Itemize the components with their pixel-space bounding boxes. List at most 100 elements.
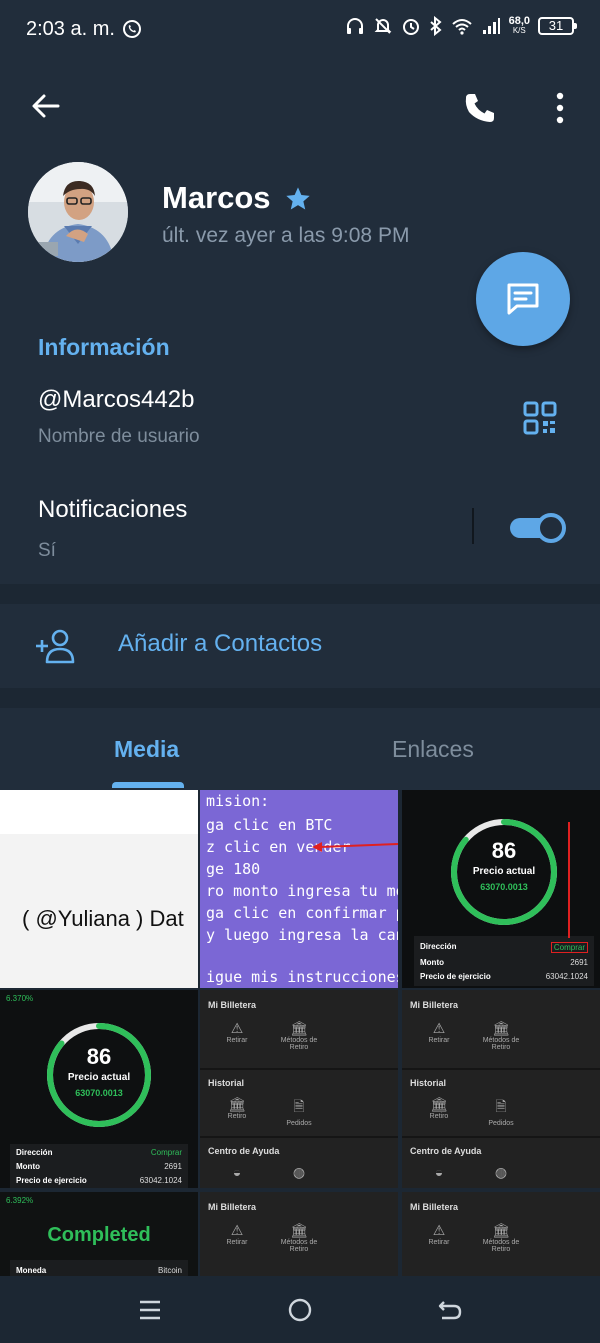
star-icon xyxy=(286,187,310,210)
globe-icon: ◒ xyxy=(232,1164,242,1180)
back-arrow-icon[interactable] xyxy=(30,90,62,122)
tab-media[interactable]: Media xyxy=(114,736,179,763)
tab-active-indicator xyxy=(112,782,184,788)
notifications-label: Notificaciones xyxy=(38,496,188,523)
globe-icon: ◒ xyxy=(434,1164,444,1180)
home-icon[interactable] xyxy=(288,1298,312,1322)
ring-value: 63070.0013 xyxy=(480,882,528,892)
network-speed: 68,0 K/S xyxy=(508,15,530,36)
last-seen-status: últ. vez ayer a las 9:08 PM xyxy=(162,224,410,247)
help-title: Centro de Ayuda xyxy=(208,1146,280,1156)
ring-value: 63070.0013 xyxy=(75,1088,123,1098)
methods-item: 🏛 Métodos de Retiro xyxy=(280,1222,318,1253)
transaction-panel: Dirección Comprar Monto 2691 Precio de eje… xyxy=(10,1144,188,1188)
section-divider xyxy=(200,1068,398,1070)
red-arrow-icon xyxy=(312,842,398,852)
back-icon[interactable] xyxy=(438,1298,462,1322)
retiro-item: 🏛 Retiro xyxy=(429,1096,449,1120)
percent-badge: 6.392% xyxy=(6,1196,34,1205)
profile-name: Marcos xyxy=(162,180,271,215)
whatsapp-icon xyxy=(123,20,141,38)
mute-icon xyxy=(374,18,391,34)
globe-icon: ◍ xyxy=(494,1164,508,1180)
ring-label: Precio actual xyxy=(472,866,536,877)
add-contact-row[interactable]: Añadir a Contactos xyxy=(0,604,600,688)
media-thumbnail[interactable]: mision: ga clic en BTC z clic en vender … xyxy=(200,790,398,988)
completed-label: Completed xyxy=(47,1224,151,1246)
media-grid: ( @Yuliana ) Dat mision: ga clic en BTC … xyxy=(0,790,600,1276)
bluetooth-icon xyxy=(429,16,442,36)
instruction-line: ro monto ingresa tu monto xyxy=(206,882,398,900)
media-thumbnail[interactable]: Mi Billetera ⚠ Retirar 🏛 Métodos de Retiro xyxy=(200,1192,398,1276)
ring-number: 86 xyxy=(86,1044,112,1069)
media-thumbnail[interactable]: Mi Billetera ⚠ Retirar 🏛 Métodos de Retiro… xyxy=(402,990,600,1188)
phone-icon[interactable] xyxy=(462,90,498,126)
avatar[interactable] xyxy=(28,162,128,262)
wifi-icon xyxy=(451,19,472,35)
tx-amount-row: Monto 2691 xyxy=(420,958,588,967)
vertical-divider xyxy=(472,508,474,544)
instruction-line: ga clic en BTC xyxy=(206,816,333,834)
media-thumbnail[interactable]: ( @Yuliana ) Dat xyxy=(0,790,198,988)
info-section-title: Información xyxy=(38,334,170,360)
wallet-title: Mi Billetera xyxy=(410,1000,459,1010)
send-message-button[interactable] xyxy=(476,252,570,346)
more-vertical-icon[interactable] xyxy=(548,90,572,126)
add-contact-label: Añadir a Contactos xyxy=(118,630,323,657)
message-icon xyxy=(507,283,539,315)
username-label: Nombre de usuario xyxy=(38,426,200,447)
toggle-knob xyxy=(536,513,566,543)
currency-panel: Moneda Bitcoin xyxy=(10,1260,188,1276)
recent-apps-icon[interactable] xyxy=(138,1298,162,1322)
notifications-toggle[interactable] xyxy=(508,512,566,543)
status-icons: 68,0 K/S 31 xyxy=(345,15,577,36)
history-title: Historial xyxy=(410,1078,447,1088)
tx-direction-row: Dirección Comprar xyxy=(420,942,588,953)
wallet-title: Mi Billetera xyxy=(208,1202,257,1212)
media-thumbnail[interactable]: 6.392% Completed Moneda Bitcoin xyxy=(0,1192,198,1276)
section-divider xyxy=(402,1068,600,1070)
wallet-title: Mi Billetera xyxy=(410,1202,459,1212)
currency-row: Moneda Bitcoin xyxy=(16,1266,182,1275)
section-divider xyxy=(200,1136,398,1138)
media-thumbnail[interactable]: 86 Precio actual 63070.0013 Dirección Com… xyxy=(402,790,600,988)
withdraw-item: ⚠ Retirar xyxy=(428,1222,450,1246)
instruction-line: ga clic en confirmar pedido xyxy=(206,904,398,922)
wallet-title: Mi Billetera xyxy=(208,1000,257,1010)
instruction-line: mision: xyxy=(206,792,270,810)
withdraw-item: ⚠ Retirar xyxy=(428,1020,450,1044)
add-person-icon xyxy=(36,629,75,664)
instruction-line: ge 180 xyxy=(206,860,261,878)
transaction-panel: Dirección Comprar Monto 2691 Precio de eje… xyxy=(414,936,594,986)
tile-header-area xyxy=(0,790,198,834)
media-thumbnail[interactable]: 6.370% 86 Precio actual 63070.0013 Direc… xyxy=(0,990,198,1188)
shared-media-tabs: Media Enlaces xyxy=(0,708,600,790)
ring-label: Precio actual xyxy=(67,1072,131,1083)
tx-strike-row: Precio de ejercicio 63042.1024 xyxy=(16,1176,182,1185)
tile-caption: ( @Yuliana ) Dat xyxy=(22,906,184,931)
section-divider xyxy=(402,1136,600,1138)
tx-amount-row: Monto 2691 xyxy=(16,1162,182,1171)
tab-links[interactable]: Enlaces xyxy=(392,736,474,763)
percent-badge: 6.370% xyxy=(6,994,34,1003)
history-title: Historial xyxy=(208,1078,245,1088)
ring-number: 86 xyxy=(491,838,517,863)
retiro-item: 🏛 Retiro xyxy=(227,1096,247,1120)
username-value[interactable]: @Marcos442b xyxy=(38,386,194,414)
instruction-line: igue mis instrucciones esta xyxy=(206,968,398,986)
notifications-value: Sí xyxy=(38,540,56,561)
globe-icon: ◍ xyxy=(292,1164,306,1180)
methods-item: 🏛 Métodos de Retiro xyxy=(280,1020,318,1051)
withdraw-item: ⚠ Retirar xyxy=(226,1222,248,1246)
methods-item: 🏛 Métodos de Retiro xyxy=(482,1020,520,1051)
media-thumbnail[interactable]: Mi Billetera ⚠ Retirar 🏛 Métodos de Retiro… xyxy=(200,990,398,1188)
red-annotation-line xyxy=(568,822,570,938)
methods-item: 🏛 Métodos de Retiro xyxy=(482,1222,520,1253)
qr-code-icon[interactable] xyxy=(522,400,558,436)
avatar-photo xyxy=(28,162,128,262)
price-ring: 86 Precio actual 63070.0013 xyxy=(448,816,560,928)
media-thumbnail[interactable]: Mi Billetera ⚠ Retirar 🏛 Métodos de Retiro xyxy=(402,1192,600,1276)
status-bar: 2:03 a. m. 68,0 K/S 31 xyxy=(0,0,600,62)
help-title: Centro de Ayuda xyxy=(410,1146,482,1156)
tx-direction-row: Dirección Comprar xyxy=(16,1148,182,1157)
